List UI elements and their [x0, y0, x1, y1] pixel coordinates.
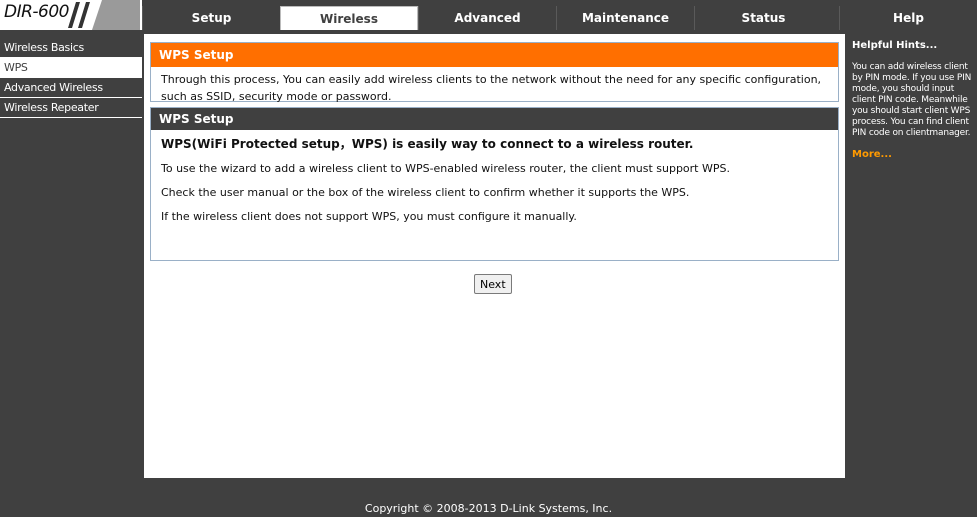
wps-line-3: If the wireless client does not support …	[161, 210, 577, 223]
copyright-text: Copyright © 2008-2013 D-Link Systems, In…	[364, 502, 613, 515]
wps-panel-heading: WPS(WiFi Protected setup，WPS) is easily …	[161, 137, 694, 151]
next-button[interactable]: Next	[474, 274, 512, 294]
footer: Copyright © 2008-2013 D-Link Systems, In…	[0, 478, 977, 517]
logo-slashes-icon	[68, 0, 140, 30]
hints-text: You can add wireless client by PIN mode.…	[852, 62, 972, 138]
logo: DIR-600	[0, 0, 142, 30]
logo-text: DIR-600	[4, 2, 70, 22]
tab-status[interactable]: Status	[694, 6, 832, 30]
wps-line-2: Check the user manual or the box of the …	[161, 186, 690, 199]
tab-maintenance[interactable]: Maintenance	[556, 6, 694, 30]
main-content: WPS Setup Through this process, You can …	[144, 34, 845, 478]
sidebar-item-wireless-repeater[interactable]: Wireless Repeater	[0, 98, 142, 118]
sidebar: Wireless Basics WPS Advanced Wireless Wi…	[0, 38, 142, 478]
wps-panel-title: WPS Setup	[151, 108, 838, 130]
intro-panel-text: Through this process, You can easily add…	[161, 73, 822, 103]
helpful-hints-panel: Helpful Hints... You can add wireless cl…	[848, 34, 977, 478]
tab-advanced[interactable]: Advanced	[418, 6, 556, 30]
tab-help[interactable]: Help	[839, 6, 977, 30]
hints-title: Helpful Hints...	[852, 40, 938, 51]
top-tab-bar: Setup Wireless Advanced Maintenance Stat…	[142, 0, 977, 30]
sidebar-item-wireless-basics[interactable]: Wireless Basics	[0, 38, 142, 58]
intro-panel-title: WPS Setup	[151, 43, 838, 67]
sidebar-item-advanced-wireless[interactable]: Advanced Wireless	[0, 78, 142, 98]
tab-wireless[interactable]: Wireless	[280, 6, 418, 30]
intro-panel: WPS Setup Through this process, You can …	[150, 42, 839, 103]
hints-more-link[interactable]: More...	[848, 139, 977, 160]
wps-panel: WPS Setup WPS(WiFi Protected setup，WPS) …	[150, 107, 839, 261]
tab-setup[interactable]: Setup	[142, 6, 280, 30]
wps-line-1: To use the wizard to add a wireless clie…	[161, 162, 730, 175]
sidebar-item-wps[interactable]: WPS	[0, 58, 142, 78]
